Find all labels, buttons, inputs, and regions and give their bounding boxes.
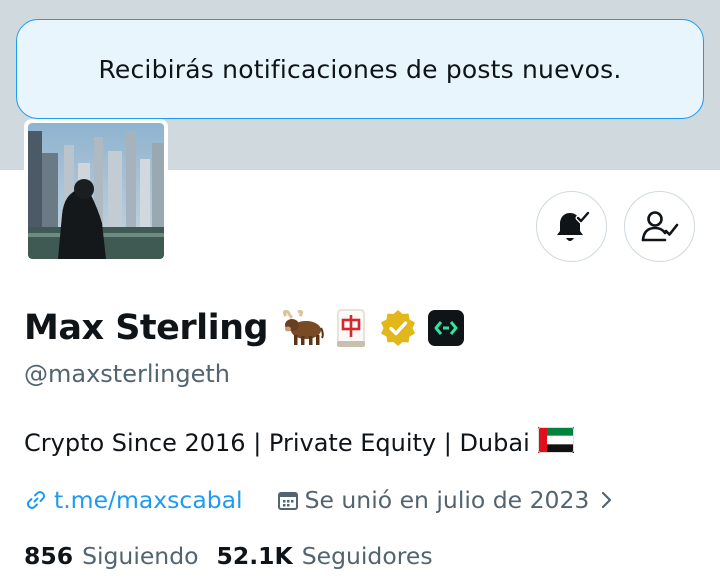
bell-with-check-icon [556, 210, 590, 241]
join-date[interactable]: Se unió en julio de 2023 [277, 486, 614, 514]
profile-link[interactable]: t.me/maxscabal [24, 486, 243, 514]
join-date-text: Se unió en julio de 2023 [304, 486, 590, 514]
following-stat[interactable]: 856 Siguiendo [24, 542, 199, 570]
calendar-icon [277, 492, 298, 510]
following-button[interactable] [624, 191, 695, 262]
link-icon [26, 491, 46, 509]
notification-toast: Recibirás notificaciones de posts nuevos… [16, 19, 704, 119]
profile-handle: @maxsterlingeth [24, 360, 231, 388]
profile-bio: Crypto Since 2016 | Private Equity | Dub… [24, 424, 574, 462]
verified-gold-badge-icon[interactable] [378, 308, 418, 348]
uae-flag-icon [537, 427, 574, 459]
bio-text: Crypto Since 2016 | Private Equity | Dub… [24, 429, 530, 457]
avatar[interactable] [24, 119, 168, 263]
profile-meta-row: t.me/maxscabal Se unió en julio de 2023 [24, 482, 613, 518]
toast-message: Recibirás notificaciones de posts nuevos… [98, 54, 622, 84]
following-count: 856 [24, 542, 74, 570]
person-with-check-icon [641, 210, 678, 241]
chevron-right-icon [599, 490, 613, 510]
following-label: Siguiendo [82, 542, 199, 570]
followers-stat[interactable]: 52.1K Seguidores [217, 542, 433, 570]
profile-name-row: Max Sterling [24, 303, 465, 353]
followers-label: Seguidores [301, 542, 433, 570]
mahjong-red-dragon-emoji-icon [334, 307, 368, 349]
notifications-toggle-button[interactable] [536, 191, 607, 262]
display-name: Max Sterling [24, 308, 269, 348]
followers-count: 52.1K [216, 542, 293, 570]
ox-emoji-icon [278, 308, 324, 348]
profile-link-text[interactable]: t.me/maxscabal [54, 486, 243, 514]
follow-stats: 856 Siguiendo 52.1K Seguidores [24, 538, 433, 574]
affiliate-badge-icon[interactable] [428, 310, 465, 346]
